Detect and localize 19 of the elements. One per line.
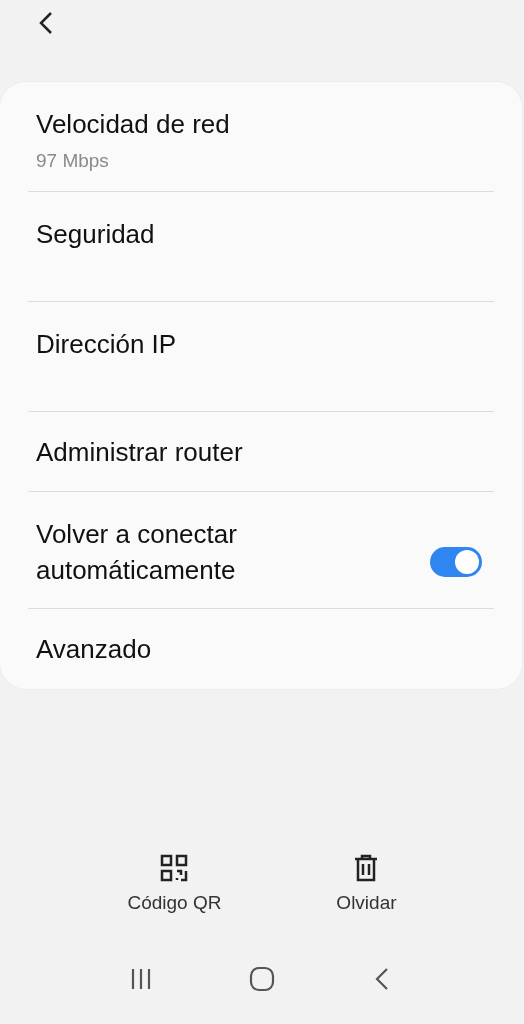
row-title: Avanzado — [36, 633, 152, 666]
qr-code-button[interactable]: Código QR — [127, 854, 222, 914]
settings-row[interactable]: Volver a conectar automáticamente — [28, 492, 494, 609]
settings-row[interactable]: Seguridad — [28, 192, 494, 302]
row-title: Seguridad — [36, 218, 155, 251]
home-icon[interactable] — [248, 965, 276, 993]
settings-row[interactable]: Avanzado — [28, 609, 494, 689]
qr-code-icon — [160, 854, 189, 882]
settings-row[interactable]: Administrar router — [28, 412, 494, 492]
settings-row[interactable]: Velocidad de red 97 Mbps — [28, 82, 494, 192]
row-title: Velocidad de red — [36, 108, 230, 141]
row-title: Administrar router — [36, 435, 243, 469]
toggle-switch[interactable] — [429, 547, 482, 577]
row-title: Dirección IP — [36, 328, 177, 361]
row-title: Volver a conectar automáticamente — [36, 518, 238, 587]
forget-button[interactable]: Olvidar — [336, 854, 397, 914]
trash-icon — [353, 854, 380, 882]
settings-row[interactable]: Dirección IP — [28, 302, 494, 412]
row-subtitle: 97 Mbps — [36, 150, 110, 172]
